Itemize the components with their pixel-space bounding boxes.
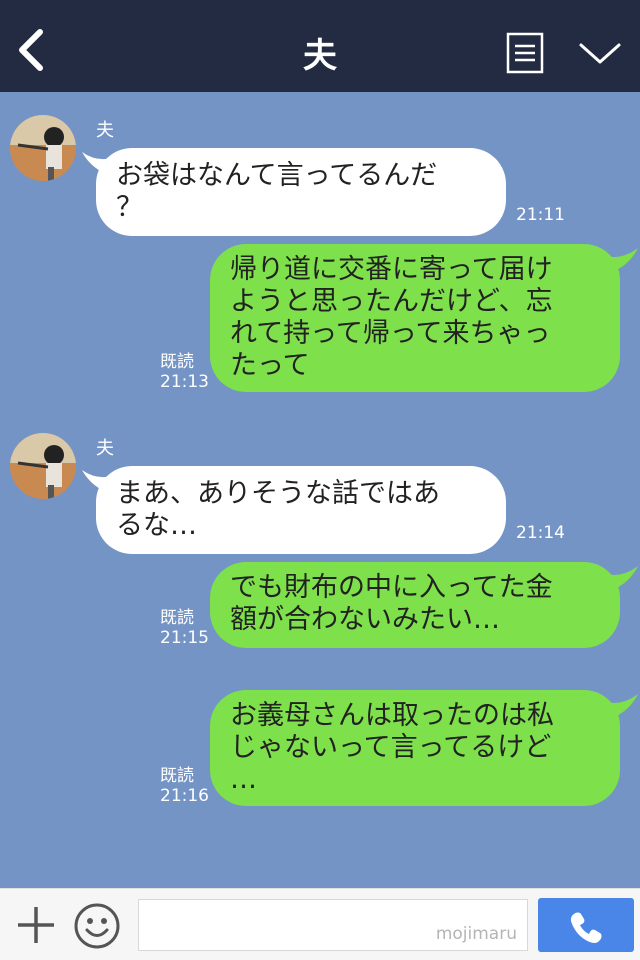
message-time: 21:16 [160, 786, 209, 806]
message-line: … [230, 764, 257, 795]
message-line: お袋はなんて言ってるんだ [116, 160, 438, 191]
message-bubble-outgoing[interactable]: 帰り道に交番に寄って届け ようと思ったんだけど、忘 れて持って帰って来ちゃっ た… [210, 244, 620, 392]
read-label: 既読 [160, 608, 194, 628]
avatar[interactable] [10, 115, 76, 181]
watermark-text: mojimaru [435, 924, 517, 944]
chat-title: 夫 [303, 36, 337, 76]
message-bubble-incoming[interactable]: お袋はなんて言ってるんだ ？ [96, 148, 506, 236]
menu-button[interactable] [578, 40, 622, 68]
message-input[interactable]: mojimaru [138, 899, 528, 951]
message-bubble-incoming[interactable]: まあ、ありそうな話ではあ るな… [96, 466, 506, 554]
message-line: るな… [116, 510, 197, 541]
smiley-icon [74, 903, 120, 949]
read-label: 既読 [160, 352, 194, 372]
message-time: 21:11 [516, 205, 565, 225]
read-label: 既読 [160, 766, 194, 786]
message-line: でも財布の中に入ってた金 [230, 572, 553, 603]
read-receipt: 既読 21:16 [160, 766, 209, 806]
sender-name: 夫 [96, 120, 114, 141]
message-time: 21:15 [160, 628, 209, 648]
emoji-button[interactable] [72, 901, 122, 951]
phone-icon [570, 912, 602, 943]
message-bubble-outgoing[interactable]: お義母さんは取ったのは私 じゃないって言ってるけど … [210, 690, 620, 806]
read-receipt: 既読 21:15 [160, 608, 209, 648]
message-line: ？ [116, 192, 143, 223]
chevron-down-icon [579, 43, 621, 64]
message-bubble-outgoing[interactable]: でも財布の中に入ってた金 額が合わないみたい… [210, 562, 620, 648]
message-time: 21:14 [516, 523, 565, 543]
message-line: たって [230, 350, 310, 381]
avatar-image-icon [10, 115, 76, 181]
message-line: ようと思ったんだけど、忘 [230, 286, 553, 317]
message-line: まあ、ありそうな話ではあ [116, 478, 440, 509]
read-receipt: 既読 21:13 [160, 352, 209, 392]
chat-header: 夫 [0, 0, 640, 92]
input-bar: mojimaru [0, 888, 640, 960]
add-attachment-button[interactable] [14, 903, 58, 947]
sender-name: 夫 [96, 438, 114, 459]
avatar[interactable] [10, 433, 76, 499]
chat-area[interactable]: 夫 お袋はなんて言ってるんだ ？ 21:11 既読 21:13 帰り道に交番に寄… [0, 92, 640, 888]
notes-button[interactable] [506, 32, 544, 74]
message-line: 帰り道に交番に寄って届け [230, 254, 553, 285]
message-line: 額が合わないみたい… [230, 604, 500, 635]
message-time: 21:13 [160, 372, 209, 392]
message-line: お義母さんは取ったのは私 [230, 700, 554, 731]
message-line: れて持って帰って来ちゃっ [230, 318, 551, 349]
plus-icon [18, 907, 54, 943]
notes-icon [506, 32, 544, 74]
avatar-image-icon [10, 433, 76, 499]
call-button[interactable] [538, 898, 634, 952]
message-line: じゃないって言ってるけど [230, 732, 552, 763]
